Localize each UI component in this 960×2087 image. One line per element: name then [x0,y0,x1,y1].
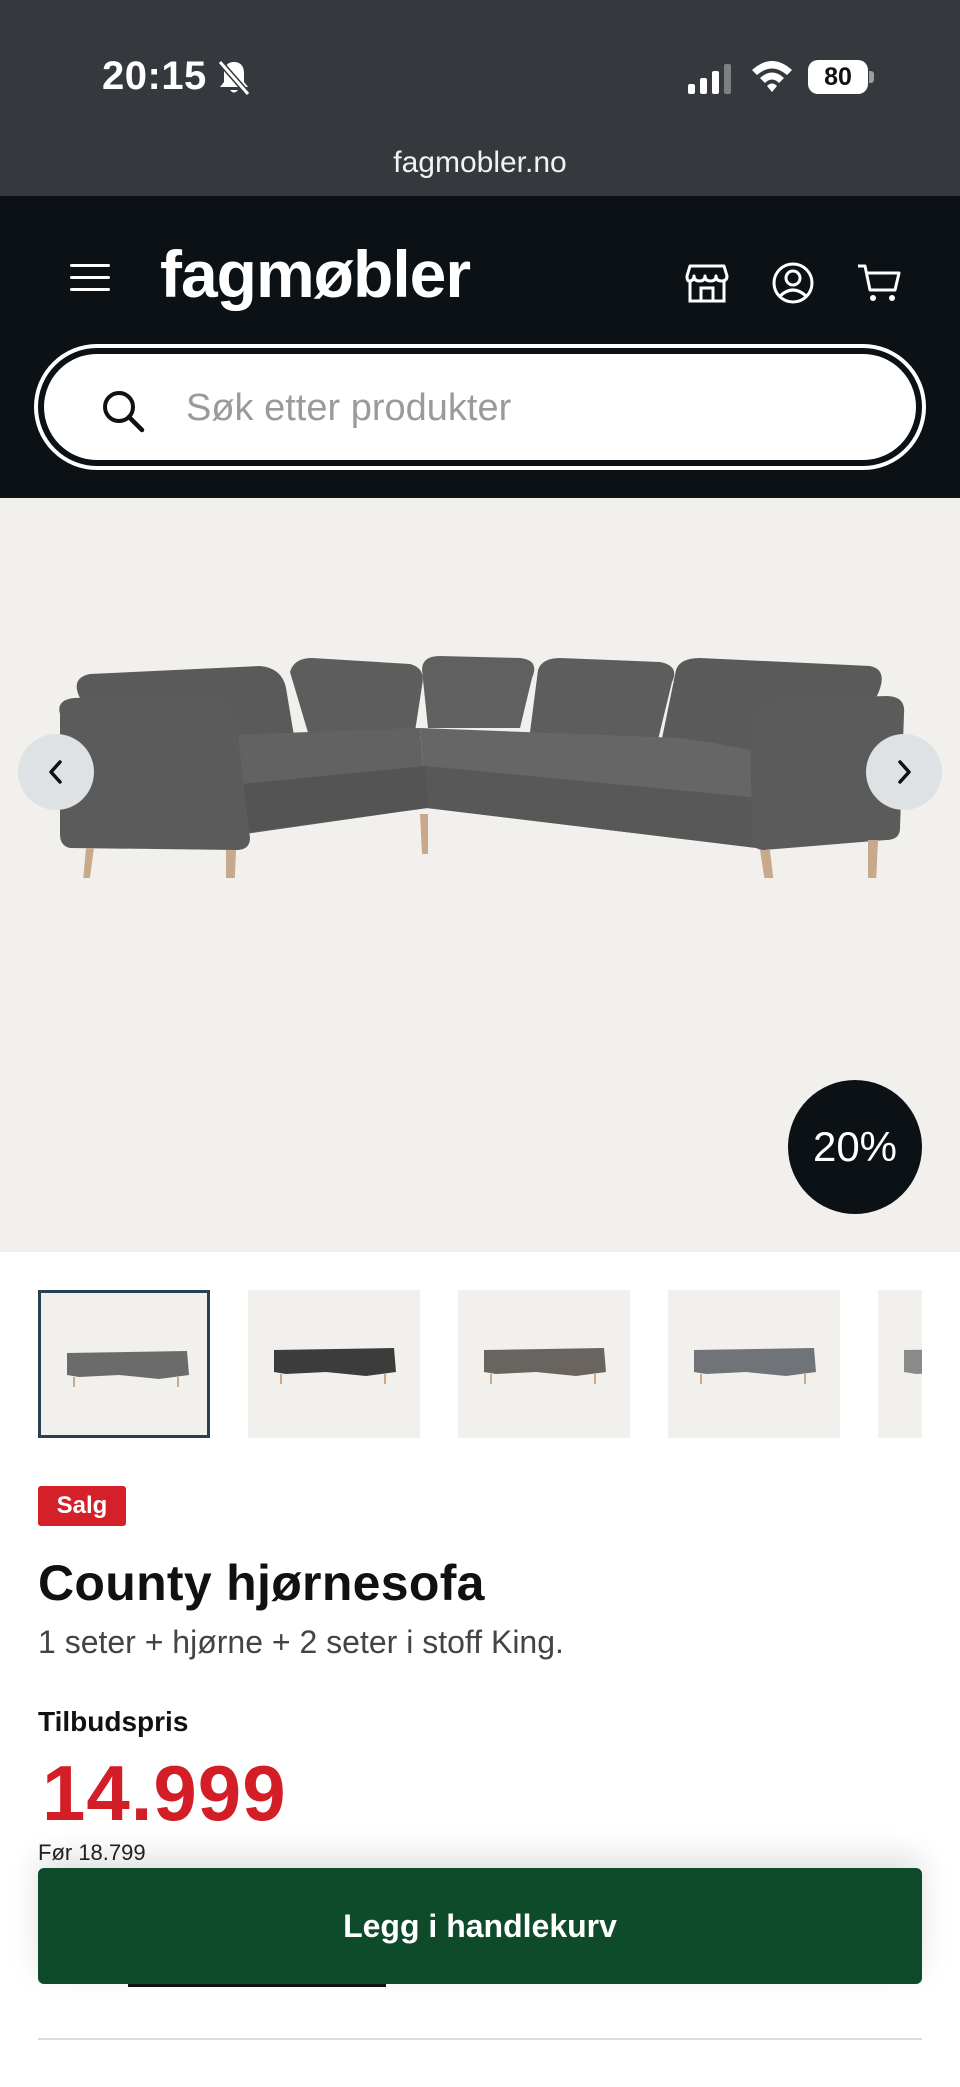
product-price: 14.999 [42,1749,287,1837]
signal-icon [688,64,731,94]
thumbnail-image [67,1351,189,1387]
tab-underline [128,1984,386,1987]
divider [38,2038,922,2040]
site-logo[interactable]: fagmøbler [160,236,471,312]
product-title: County hjørnesofa [38,1555,485,1611]
battery-level: 80 [808,60,868,94]
search-icon [103,391,145,433]
battery-icon: 80 [808,60,874,96]
thumbnail-3[interactable] [458,1290,630,1438]
thumbnail-4[interactable] [668,1290,840,1438]
chevron-right-icon [898,760,911,784]
store-icon[interactable] [684,260,730,306]
account-icon[interactable] [770,260,816,306]
price-label: Tilbudspris [38,1706,189,1737]
status-bar: 20:15 80 fagmobler.no [0,0,960,196]
search-input[interactable] [186,374,886,442]
sale-badge: Salg [38,1486,126,1526]
search-box[interactable] [44,354,916,460]
add-to-cart-button[interactable]: Legg i handlekurv [38,1868,922,1984]
carousel-prev-button[interactable] [18,734,94,810]
chevron-left-icon [49,760,62,784]
bell-muted-icon [217,60,251,96]
status-time: 20:15 [102,54,207,98]
thumbnail-1[interactable] [38,1290,210,1438]
wifi-icon [752,61,792,92]
old-price: Før 18.799 [38,1840,146,1865]
thumbnail-image [694,1348,816,1384]
thumbnail-image [274,1348,396,1384]
product-image-sofa [59,656,905,878]
url-bar[interactable]: fagmobler.no [0,146,960,180]
thumbnail-image [484,1348,606,1384]
thumbnail-image [904,1349,922,1374]
search-bar [34,344,926,470]
product-subtitle: 1 seter + hjørne + 2 seter i stoff King. [38,1624,564,1660]
cart-icon[interactable] [856,260,902,306]
thumbnail-strip [38,1290,922,1440]
product-image-carousel[interactable]: 20% [0,498,960,1252]
thumbnail-2[interactable] [248,1290,420,1438]
discount-badge: 20% [788,1080,922,1214]
thumbnail-5[interactable] [878,1290,922,1438]
carousel-next-button[interactable] [866,734,942,810]
menu-icon[interactable] [70,264,110,294]
